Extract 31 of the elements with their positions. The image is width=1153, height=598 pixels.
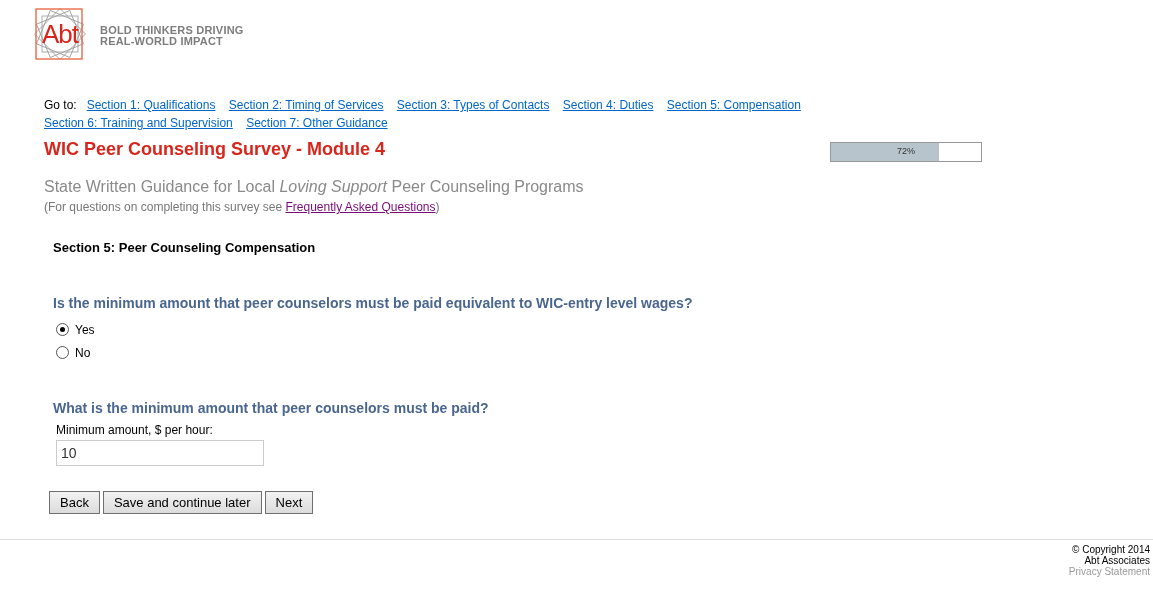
section-link[interactable]: Section 5: Compensation bbox=[666, 98, 801, 112]
section-link[interactable]: Section 7: Other Guidance bbox=[246, 116, 388, 130]
tagline: REAL-WORLD IMPACT bbox=[100, 36, 224, 47]
section-link[interactable]: Section 2: Timing of Services bbox=[228, 98, 384, 112]
section-heading: Section 5: Peer Counseling Compensation bbox=[53, 240, 317, 255]
faq-link[interactable]: Frequently Asked Questions bbox=[285, 200, 436, 214]
subtitle: State Written Guidance for Local Loving Support Peer Counseling Programs bbox=[44, 178, 585, 196]
section-link[interactable]: Section 1: Qualifications bbox=[86, 98, 216, 112]
radio-button[interactable] bbox=[56, 346, 69, 359]
survey-title: WIC Peer Counseling Survey - Module 4 bbox=[44, 138, 387, 160]
question-text: What is the minimum amount that peer counselors must be paid? bbox=[53, 400, 490, 416]
nav-button[interactable]: Back bbox=[49, 491, 100, 514]
logo-text: Abt bbox=[42, 21, 78, 47]
goto-label: Go to: bbox=[44, 98, 77, 112]
question-text: Is the minimum amount that peer counselors must be paid equivalent to WIC-entry level wages? bbox=[53, 295, 694, 311]
progress-reading: 72% bbox=[896, 146, 916, 156]
privacy-link[interactable]: Privacy Statement bbox=[1068, 566, 1150, 577]
help-note: (For questions on completing this survey see Frequently Asked Questions) bbox=[44, 200, 441, 214]
option-label: No bbox=[75, 345, 91, 360]
section-link[interactable]: Section 6: Training and Supervision bbox=[44, 116, 233, 130]
tagline: BOLD THINKERS DRIVING bbox=[100, 25, 244, 36]
option-label: Yes bbox=[75, 322, 95, 337]
field-label: Minimum amount, $ per hour: bbox=[56, 423, 214, 437]
section-link[interactable]: Section 3: Types of Contacts bbox=[396, 98, 550, 112]
nav-button[interactable]: Save and continue later bbox=[102, 491, 262, 514]
copyright-text: © Copyright 2014 bbox=[1072, 544, 1150, 555]
amount-field[interactable]: 10 bbox=[56, 440, 264, 466]
company-name: Abt Associates bbox=[1084, 555, 1150, 566]
nav-button[interactable]: Next bbox=[264, 491, 314, 514]
radio-button[interactable] bbox=[56, 323, 69, 336]
section-link[interactable]: Section 4: Duties bbox=[562, 98, 654, 112]
